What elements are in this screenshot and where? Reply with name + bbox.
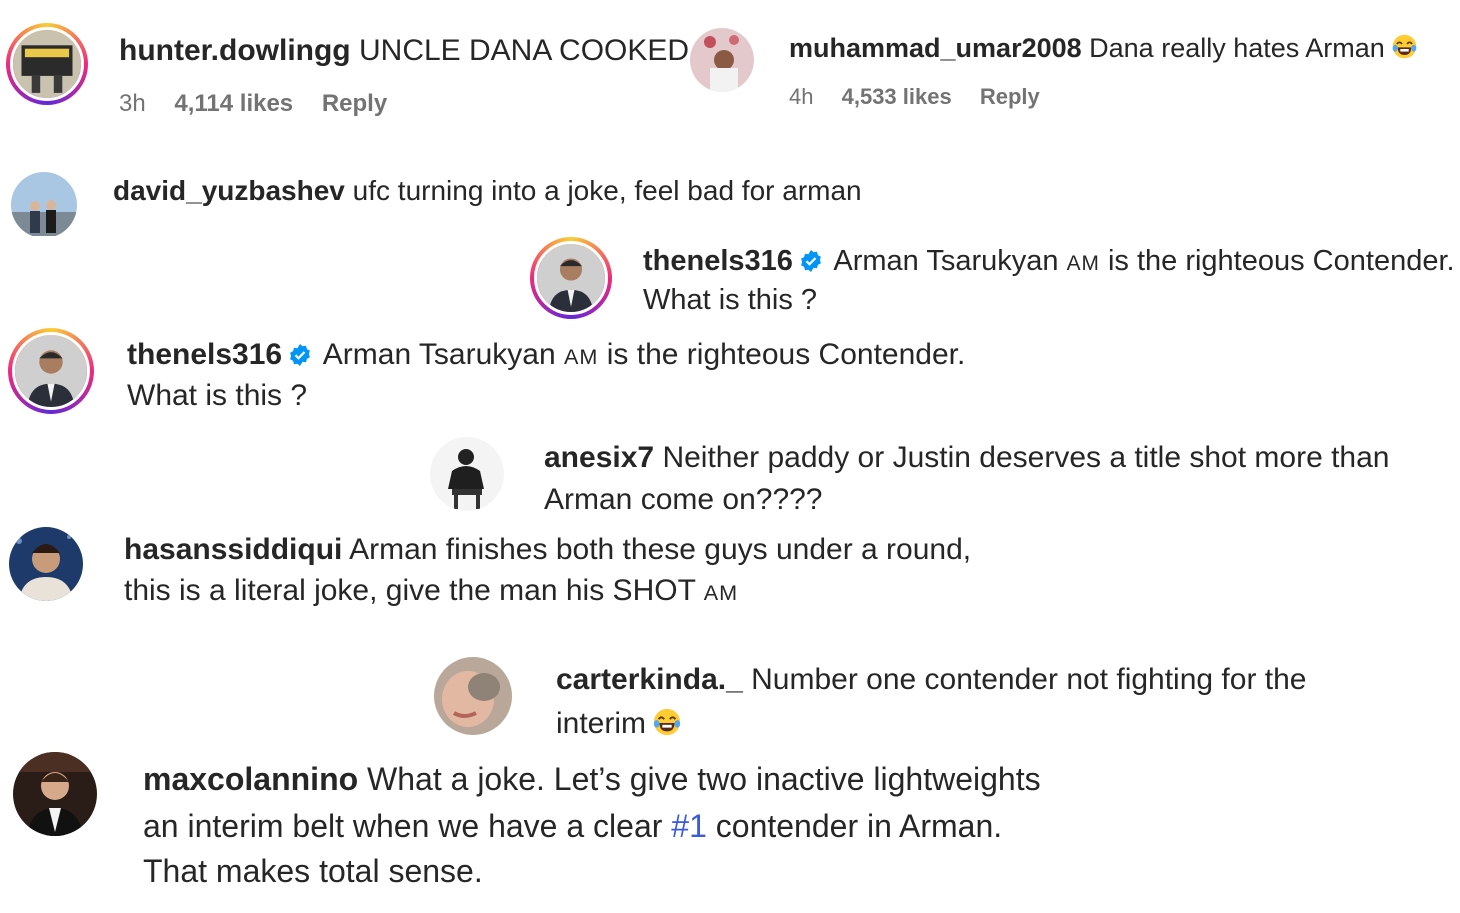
name-tag: AM <box>564 344 599 369</box>
comment-username[interactable]: anesix7 <box>544 441 654 474</box>
avatar[interactable] <box>11 172 77 236</box>
comment-username[interactable]: hasanssiddiqui <box>124 533 342 566</box>
comment-text: What a joke. Let’s give two inactive lig… <box>367 761 1041 797</box>
avatar[interactable] <box>6 23 88 105</box>
laughing-emoji-icon <box>653 708 681 735</box>
comment-text: Neither paddy or Justin deserves a title… <box>662 441 1390 474</box>
comment-text: UNCLE DANA COOKED <box>358 34 690 67</box>
comment-text: Arman Tsarukyan <box>322 338 556 371</box>
comment-username[interactable]: muhammad_umar2008 <box>789 33 1082 63</box>
comment-text: Arman finishes both these guys under a r… <box>349 533 972 566</box>
comment-username[interactable]: maxcolannino <box>143 761 358 797</box>
avatar[interactable] <box>690 28 754 92</box>
hashtag-link[interactable]: #1 <box>671 808 707 844</box>
name-tag: AM <box>1066 252 1100 275</box>
laughing-emoji-icon <box>1392 34 1417 59</box>
reply-button[interactable]: Reply <box>322 90 387 117</box>
comment-text: Number one contender not fighting for th… <box>751 663 1307 696</box>
likes-count[interactable]: 4,533 likes <box>842 84 952 109</box>
avatar[interactable] <box>530 237 612 319</box>
comment-text: Dana really hates Arman <box>1089 33 1385 63</box>
comment-text-line2: an interim belt when we have a clear <box>143 808 663 844</box>
comment-text-line2: this is a literal joke, give the man his… <box>124 574 696 607</box>
avatar[interactable] <box>13 752 97 836</box>
comment-text-line2: Arman come on???? <box>544 483 823 516</box>
comment-username[interactable]: hunter.dowlingg <box>119 34 351 67</box>
avatar[interactable] <box>8 328 94 414</box>
comment-text: Arman Tsarukyan <box>833 245 1059 277</box>
comment-text-line2-continued: contender in Arman. <box>715 808 1003 844</box>
comment-time: 4h <box>789 84 814 109</box>
comment-text-line2: What is this ? <box>127 379 308 412</box>
avatar[interactable] <box>434 657 512 735</box>
comment-text-line2: What is this ? <box>643 284 818 316</box>
verified-badge-icon <box>290 344 310 366</box>
verified-badge-icon <box>801 250 821 272</box>
comment-text-line3: That makes total sense. <box>143 853 483 889</box>
comment-text: ufc turning into a joke, feel bad for ar… <box>352 175 862 206</box>
comment-text-continued: is the righteous Contender. <box>606 338 966 371</box>
comment-username[interactable]: carterkinda._ <box>556 663 743 696</box>
avatar[interactable] <box>9 527 83 601</box>
comment-username[interactable]: david_yuzbashev <box>113 175 345 206</box>
likes-count[interactable]: 4,114 likes <box>174 90 293 117</box>
comment-username[interactable]: thenels316 <box>643 245 793 277</box>
comment-username[interactable]: thenels316 <box>127 338 282 371</box>
comment-text-line2: interim <box>556 707 647 740</box>
reply-button[interactable]: Reply <box>980 84 1040 109</box>
avatar[interactable] <box>430 437 504 511</box>
comment-text-continued: is the righteous Contender. <box>1107 245 1455 277</box>
comment-time: 3h <box>119 90 146 117</box>
name-tag: AM <box>703 580 739 605</box>
